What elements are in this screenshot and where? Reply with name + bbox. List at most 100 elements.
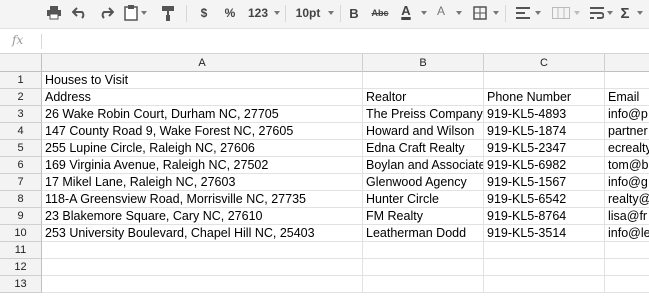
strikethrough-button[interactable]: Abc xyxy=(369,3,391,23)
cell[interactable] xyxy=(605,72,649,89)
cell[interactable]: Houses to Visit xyxy=(42,72,363,89)
cell[interactable] xyxy=(605,276,649,293)
cell[interactable]: lisa@fr xyxy=(605,208,649,225)
row-header[interactable]: 3 xyxy=(0,106,42,123)
functions-caret-icon[interactable] xyxy=(637,11,643,15)
currency-button[interactable]: $ xyxy=(196,3,212,23)
clipboard-icon[interactable] xyxy=(121,3,141,23)
cell[interactable]: Hunter Circle xyxy=(363,191,484,208)
cell[interactable] xyxy=(363,242,484,259)
row-header[interactable]: 5 xyxy=(0,140,42,157)
cell[interactable] xyxy=(484,242,605,259)
cell[interactable]: 919-KL5-8764 xyxy=(484,208,605,225)
cell[interactable] xyxy=(42,276,363,293)
text-color-button[interactable]: A xyxy=(397,3,415,18)
number-format-button[interactable]: 123 xyxy=(245,3,271,23)
cell[interactable]: Boylan and Associates xyxy=(363,157,484,174)
paint-format-icon[interactable] xyxy=(158,3,178,23)
bold-button[interactable]: B xyxy=(346,3,362,23)
cell[interactable]: 147 County Road 9, Wake Forest NC, 27605 xyxy=(42,123,363,140)
borders-icon[interactable] xyxy=(470,3,490,23)
merge-cells-icon[interactable] xyxy=(550,3,572,23)
row-header[interactable]: 12 xyxy=(0,259,42,276)
functions-button[interactable]: Σ xyxy=(617,3,633,23)
cell[interactable]: The Preiss Company xyxy=(363,106,484,123)
cell[interactable]: partner xyxy=(605,123,649,140)
row-header[interactable]: 6 xyxy=(0,157,42,174)
cell[interactable]: FM Realty xyxy=(363,208,484,225)
cell[interactable]: 919-KL5-1567 xyxy=(484,174,605,191)
cell[interactable]: 919-KL5-6982 xyxy=(484,157,605,174)
cell[interactable]: Leatherman Dodd xyxy=(363,225,484,242)
cell[interactable]: Phone Number xyxy=(484,89,605,106)
row-header[interactable]: 8 xyxy=(0,191,42,208)
select-all-corner[interactable] xyxy=(0,54,42,72)
row-header[interactable]: 4 xyxy=(0,123,42,140)
cell[interactable] xyxy=(484,259,605,276)
row-header[interactable]: 2 xyxy=(0,89,42,106)
cell[interactable]: info@p xyxy=(605,106,649,123)
cell[interactable]: 919-KL5-3514 xyxy=(484,225,605,242)
number-format-caret-icon[interactable] xyxy=(274,11,280,15)
cell[interactable]: 919-KL5-1874 xyxy=(484,123,605,140)
row-header[interactable]: 1 xyxy=(0,72,42,89)
column-header-c[interactable]: C xyxy=(484,54,605,72)
fill-color-button[interactable]: A xyxy=(432,3,450,18)
cell[interactable]: Realtor xyxy=(363,89,484,106)
cell[interactable]: 17 Mikel Lane, Raleigh NC, 27603 xyxy=(42,174,363,191)
text-color-caret-icon[interactable] xyxy=(421,11,427,15)
cell[interactable]: Email xyxy=(605,89,649,106)
toolbar: $ % 123 10pt B Abc A A Σ xyxy=(0,0,649,29)
row-header[interactable]: 13 xyxy=(0,276,42,293)
cell[interactable]: 169 Virginia Avenue, Raleigh NC, 27502 xyxy=(42,157,363,174)
redo-icon[interactable] xyxy=(96,3,116,23)
cell[interactable] xyxy=(42,242,363,259)
cell[interactable] xyxy=(42,259,363,276)
cell[interactable]: 26 Wake Robin Court, Durham NC, 27705 xyxy=(42,106,363,123)
row-header[interactable]: 11 xyxy=(0,242,42,259)
row-header[interactable]: 10 xyxy=(0,225,42,242)
formula-input[interactable] xyxy=(46,33,646,49)
cell[interactable]: ecrealty xyxy=(605,140,649,157)
font-size-select[interactable]: 10pt xyxy=(293,3,323,23)
undo-icon[interactable] xyxy=(70,3,90,23)
cell[interactable] xyxy=(605,242,649,259)
font-size-caret-icon[interactable] xyxy=(328,11,334,15)
clipboard-caret-icon[interactable] xyxy=(141,11,147,15)
cell[interactable]: 919-KL5-2347 xyxy=(484,140,605,157)
cell[interactable]: info@g xyxy=(605,174,649,191)
cell[interactable]: 919-KL5-6542 xyxy=(484,191,605,208)
cell[interactable] xyxy=(363,276,484,293)
cell[interactable] xyxy=(484,276,605,293)
cell[interactable]: Edna Craft Realty xyxy=(363,140,484,157)
align-caret-icon[interactable] xyxy=(535,11,541,15)
cell[interactable]: 253 University Boulevard, Chapel Hill NC… xyxy=(42,225,363,242)
printer-icon[interactable] xyxy=(44,3,64,23)
cell[interactable]: 118-A Greensview Road, Morrisville NC, 2… xyxy=(42,191,363,208)
cell[interactable] xyxy=(484,72,605,89)
row-header[interactable]: 9 xyxy=(0,208,42,225)
column-header-a[interactable]: A xyxy=(42,54,363,72)
cell[interactable]: Howard and Wilson xyxy=(363,123,484,140)
cell[interactable]: Glenwood Agency xyxy=(363,174,484,191)
cell[interactable]: 255 Lupine Circle, Raleigh NC, 27606 xyxy=(42,140,363,157)
cell[interactable]: 919-KL5-4893 xyxy=(484,106,605,123)
column-header-d[interactable] xyxy=(605,54,649,72)
column-header-b[interactable]: B xyxy=(363,54,484,72)
merge-caret-icon[interactable] xyxy=(574,11,580,15)
cell[interactable]: Address xyxy=(42,89,363,106)
cell[interactable] xyxy=(605,259,649,276)
cell[interactable] xyxy=(363,259,484,276)
fill-color-caret-icon[interactable] xyxy=(456,11,462,15)
percent-button[interactable]: % xyxy=(222,3,238,23)
cell[interactable]: info@le xyxy=(605,225,649,242)
cell[interactable]: realty@ xyxy=(605,191,649,208)
wrap-caret-icon[interactable] xyxy=(607,11,613,15)
wrap-text-icon[interactable] xyxy=(587,3,607,23)
cell[interactable] xyxy=(363,72,484,89)
align-left-icon[interactable] xyxy=(513,3,533,23)
cell[interactable]: 23 Blakemore Square, Cary NC, 27610 xyxy=(42,208,363,225)
row-header[interactable]: 7 xyxy=(0,174,42,191)
cell[interactable]: tom@b xyxy=(605,157,649,174)
borders-caret-icon[interactable] xyxy=(493,11,499,15)
